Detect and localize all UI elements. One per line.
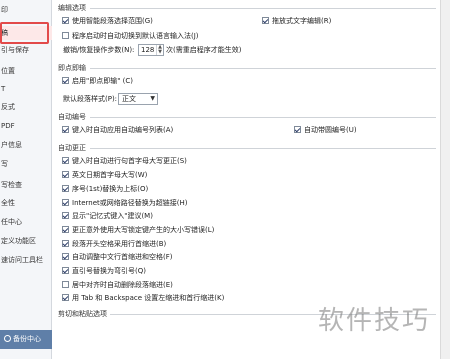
auto-numbering-label: 键入时自动应用自动编号列表(A): [72, 126, 174, 134]
instant-typeset-label: 启用"即点即输" (C): [72, 77, 134, 85]
sidebar-item-security[interactable]: 全性: [0, 196, 52, 210]
sidebar-item-write[interactable]: 写: [0, 157, 52, 171]
backup-center-button[interactable]: 备份中心: [0, 330, 52, 349]
smart-select-label: 使用智能段落选择范围(G): [72, 17, 153, 25]
sidebar-item-trust-center[interactable]: 任中心: [0, 215, 52, 229]
auto-numbering-checkbox[interactable]: [62, 126, 69, 133]
autocorrect-label: 显示"记忆式键入"建议(M): [72, 212, 153, 220]
sidebar-item-custom-ribbon[interactable]: 定义功能区: [0, 234, 52, 248]
spinner-arrows-icon[interactable]: ▲ ▼: [156, 45, 163, 55]
section-divider: [90, 68, 436, 69]
autocorrect-checkbox[interactable]: [62, 281, 69, 288]
autocorrect-item[interactable]: 段落开头空格采用行首缩进(B): [62, 239, 166, 250]
sidebar-item-print[interactable]: 印: [0, 3, 52, 17]
undo-steps-spinner[interactable]: 128 ▲ ▼: [138, 44, 164, 56]
instant-typeset-option[interactable]: 启用"即点即输" (C): [62, 76, 133, 87]
autocorrect-label: 用 Tab 和 Backspace 设置左缩进和首行缩进(K): [72, 294, 225, 302]
auto-switch-ime-option[interactable]: 程序启动时自动切换到默认语言输入法(J): [62, 31, 199, 42]
section-cut-paste-title: 剪切和粘贴选项: [58, 310, 107, 318]
autocorrect-checkbox[interactable]: [62, 226, 69, 233]
sidebar-item-open-save[interactable]: 引与保存: [0, 43, 52, 57]
drag-edit-checkbox[interactable]: [262, 17, 269, 24]
autocorrect-item[interactable]: 用 Tab 和 Backspace 设置左缩进和首行缩进(K): [62, 293, 224, 304]
section-edit-options-title: 编辑选项: [58, 4, 86, 12]
default-style-value: 正文: [122, 95, 136, 103]
section-divider: [90, 117, 436, 118]
autocorrect-checkbox[interactable]: [62, 212, 69, 219]
chevron-down-icon: ▼: [150, 95, 155, 102]
autocorrect-checkbox[interactable]: [62, 199, 69, 206]
default-style-select[interactable]: 正文 ▼: [118, 93, 158, 105]
autocorrect-checkbox[interactable]: [62, 294, 69, 301]
autocorrect-label: 序号(1st)替换为上标(O): [72, 185, 149, 193]
smart-select-option[interactable]: 使用智能段落选择范围(G): [62, 16, 153, 27]
autocorrect-label: 直引号替换为弯引号(Q): [72, 267, 146, 275]
autocorrect-label: 英文日期首字母大写(W): [72, 171, 148, 179]
autocorrect-item[interactable]: 英文日期首字母大写(W): [62, 170, 147, 181]
sidebar-item-location[interactable]: 位置: [0, 64, 52, 78]
sidebar-item-quick-access[interactable]: 速访问工具栏: [0, 253, 52, 267]
autocorrect-checkbox[interactable]: [62, 185, 69, 192]
autocorrect-checkbox[interactable]: [62, 240, 69, 247]
vertical-scrollbar[interactable]: [440, 0, 450, 359]
options-sidebar: 印 稿 引与保存 位置 T 反式 PDF 户信息 写 写检查 全性 任中心 定义…: [0, 0, 52, 359]
section-autocorrect-title: 自动更正: [58, 144, 86, 152]
autocorrect-label: 段落开头空格采用行首缩进(B): [72, 240, 167, 248]
sidebar-item-spellcheck[interactable]: 写检查: [0, 178, 52, 192]
backup-center-label: 备份中心: [13, 335, 41, 343]
undo-steps-label: 撤销/恢复操作步数(N):: [63, 46, 135, 54]
autocorrect-item[interactable]: 自动调整中文行首缩进和空格(F): [62, 252, 173, 263]
sidebar-item-pdf[interactable]: PDF: [0, 119, 52, 133]
autocorrect-label: 居中对齐时自动删除段落缩进(E): [72, 281, 173, 289]
default-style-label: 默认段落样式(P):: [63, 95, 118, 103]
auto-switch-ime-label: 程序启动时自动切换到默认语言输入法(J): [72, 32, 199, 40]
sidebar-item-user-info[interactable]: 户信息: [0, 138, 52, 152]
backup-icon: [4, 335, 11, 342]
autocorrect-item[interactable]: 更正意外使用大写锁定键产生的大小写错误(L): [62, 225, 214, 236]
autocorrect-item[interactable]: 显示"记忆式键入"建议(M): [62, 211, 153, 222]
auto-numbering-option[interactable]: 键入时自动应用自动编号列表(A): [62, 125, 173, 136]
undo-steps-value: 128: [141, 46, 155, 54]
auto-bullets-option[interactable]: 自动带圆编号(U): [294, 125, 357, 136]
autocorrect-label: Internet或网络路径替换为超链接(H): [72, 199, 188, 207]
drag-edit-label: 拖放式文字编辑(R): [272, 17, 332, 25]
autocorrect-label: 自动调整中文行首缩进和空格(F): [72, 253, 173, 261]
smart-select-checkbox[interactable]: [62, 17, 69, 24]
auto-switch-ime-checkbox[interactable]: [62, 32, 69, 39]
auto-bullets-checkbox[interactable]: [294, 126, 301, 133]
section-auto-numbering-title: 自动编号: [58, 113, 86, 121]
autocorrect-checkbox[interactable]: [62, 171, 69, 178]
sidebar-item-layout[interactable]: 反式: [0, 100, 52, 114]
drag-edit-option[interactable]: 拖放式文字编辑(R): [262, 16, 331, 27]
autocorrect-checkbox[interactable]: [62, 157, 69, 164]
autocorrect-label: 更正意外使用大写锁定键产生的大小写错误(L): [72, 226, 215, 234]
autocorrect-item[interactable]: 直引号替换为弯引号(Q): [62, 266, 146, 277]
autocorrect-checkbox[interactable]: [62, 267, 69, 274]
instant-typeset-checkbox[interactable]: [62, 77, 69, 84]
section-divider: [90, 148, 436, 149]
autocorrect-item[interactable]: 键入时自动进行句首字母大写更正(S): [62, 156, 187, 167]
autocorrect-item[interactable]: 序号(1st)替换为上标(O): [62, 184, 148, 195]
auto-bullets-label: 自动带圆编号(U): [304, 126, 357, 134]
watermark: 软件技巧: [318, 306, 431, 336]
autocorrect-label: 键入时自动进行句首字母大写更正(S): [72, 157, 187, 165]
undo-steps-suffix: 次(需重启程序才能生效): [166, 46, 242, 54]
autocorrect-item[interactable]: 居中对齐时自动删除段落缩进(E): [62, 280, 173, 291]
selection-highlight: [0, 22, 49, 44]
autocorrect-item[interactable]: Internet或网络路径替换为超链接(H): [62, 198, 188, 209]
sidebar-item-t[interactable]: T: [0, 82, 52, 96]
section-instant-typeset-title: 即点即输: [58, 64, 86, 72]
autocorrect-checkbox[interactable]: [62, 253, 69, 260]
section-divider: [90, 8, 436, 9]
